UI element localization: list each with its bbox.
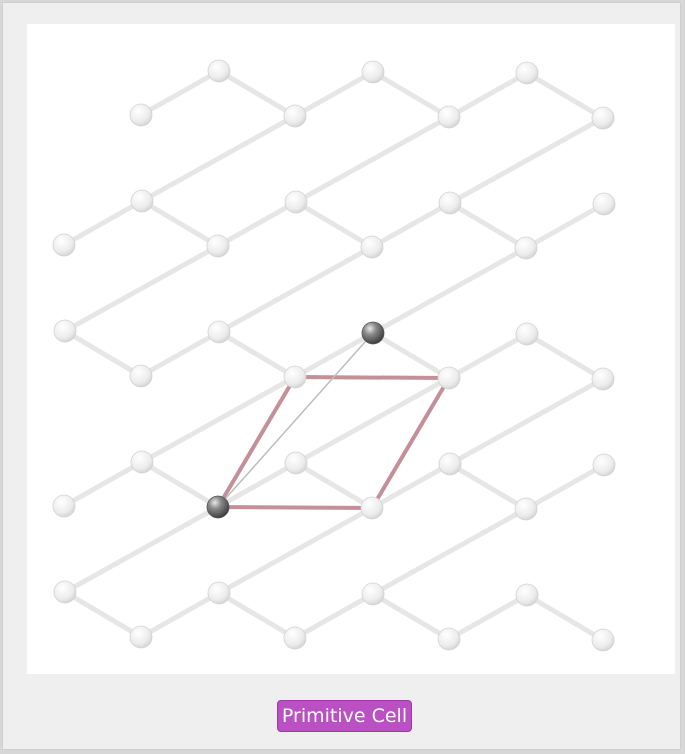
atom xyxy=(207,320,231,344)
atom xyxy=(283,365,307,389)
bond xyxy=(293,114,452,205)
bond xyxy=(524,70,606,121)
bond xyxy=(447,200,529,251)
atom xyxy=(129,364,153,388)
atom xyxy=(438,452,462,476)
atom xyxy=(515,61,539,85)
bond xyxy=(523,462,607,512)
atom xyxy=(437,627,461,651)
atom xyxy=(592,453,616,477)
bond xyxy=(61,459,145,509)
atom xyxy=(437,366,461,390)
basis-bond xyxy=(217,332,374,508)
bond xyxy=(216,68,298,119)
atom xyxy=(592,192,616,216)
atom xyxy=(437,105,461,129)
bond xyxy=(370,330,452,381)
basis-atom xyxy=(206,495,230,519)
bond xyxy=(62,328,144,379)
bond xyxy=(216,329,298,380)
atom xyxy=(129,103,153,127)
bond xyxy=(62,589,144,640)
atom xyxy=(591,628,615,652)
atom xyxy=(129,625,153,649)
bond xyxy=(138,329,222,379)
atom xyxy=(130,450,154,474)
bond xyxy=(216,590,298,641)
bond xyxy=(446,592,530,642)
atom xyxy=(206,234,230,258)
bond xyxy=(293,460,375,511)
bond xyxy=(139,459,221,510)
atom xyxy=(53,319,77,343)
bond xyxy=(215,199,299,249)
atom xyxy=(130,189,154,213)
bond xyxy=(447,461,529,512)
primitive-cell-label: Primitive Cell xyxy=(277,700,412,732)
bond-layer xyxy=(61,68,607,643)
atom xyxy=(360,496,384,520)
bond xyxy=(446,331,530,381)
bond xyxy=(370,506,529,597)
bond xyxy=(216,244,375,335)
atom xyxy=(360,235,384,259)
bond xyxy=(138,68,222,118)
atom xyxy=(283,626,307,650)
bond xyxy=(292,591,376,641)
bond xyxy=(292,330,376,380)
atom xyxy=(361,60,385,84)
atom xyxy=(53,580,77,604)
bond xyxy=(216,505,375,596)
lattice-panel xyxy=(27,24,675,674)
bond xyxy=(370,245,529,336)
bond xyxy=(62,504,221,595)
atom xyxy=(515,583,539,607)
bond xyxy=(524,331,606,382)
viewer-frame: Primitive Cell xyxy=(2,2,681,750)
bond xyxy=(370,69,452,120)
bond xyxy=(446,70,530,120)
bond xyxy=(370,591,452,642)
bond xyxy=(523,201,607,251)
bond xyxy=(447,115,606,206)
atom xyxy=(438,191,462,215)
atom xyxy=(283,104,307,128)
atom xyxy=(52,233,76,257)
bond xyxy=(139,113,298,204)
atom xyxy=(207,581,231,605)
atom xyxy=(52,494,76,518)
atom xyxy=(284,451,308,475)
bond xyxy=(524,592,606,643)
atom xyxy=(284,190,308,214)
atom xyxy=(515,322,539,346)
bond xyxy=(447,376,606,467)
atom xyxy=(207,59,231,83)
bond xyxy=(292,69,376,119)
basis-atom xyxy=(361,321,385,345)
bond xyxy=(61,198,145,248)
atom xyxy=(514,497,538,521)
bond xyxy=(369,200,453,250)
atom xyxy=(514,236,538,260)
atom xyxy=(361,582,385,606)
bond xyxy=(139,198,221,249)
atom xyxy=(591,367,615,391)
atom xyxy=(591,106,615,130)
lattice-diagram xyxy=(52,59,616,652)
bond xyxy=(138,590,222,640)
bond xyxy=(293,199,375,250)
bond xyxy=(62,243,221,334)
